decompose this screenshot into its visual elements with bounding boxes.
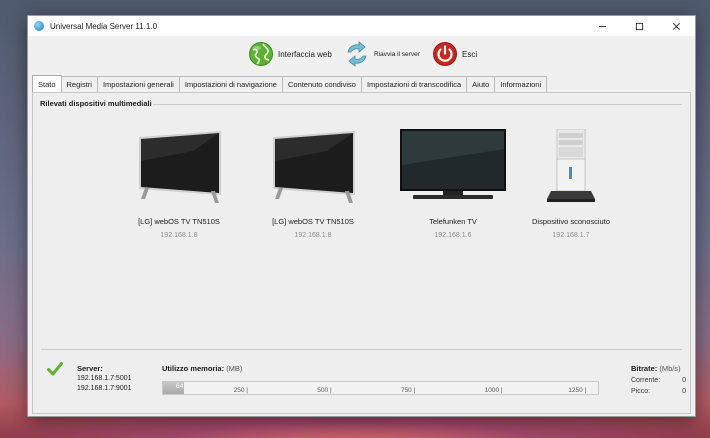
renderer-device[interactable]: [LG] webOS TV TN510S 192.168.1.8 <box>243 129 383 239</box>
status-footer: Server: 192.168.1.7:5001 192.168.1.7:900… <box>33 355 690 411</box>
close-icon <box>673 22 680 30</box>
globe-icon <box>249 42 273 66</box>
tv-icon <box>273 131 355 203</box>
restart-server-button[interactable]: Riavvia il server <box>344 41 420 67</box>
bitrate-peak-row: Picco: 0 <box>631 388 686 395</box>
memory-usage-fill: 64 <box>163 382 185 394</box>
memory-tick: 750 | <box>400 387 416 394</box>
status-panel: Rilevati dispositivi multimediali [LG] w… <box>32 92 691 414</box>
pc-tower-icon <box>547 129 595 202</box>
toolbar: Interfaccia web Riavvia il server Esci <box>28 38 695 72</box>
tab-status[interactable]: Stato <box>32 75 62 92</box>
detected-renderers-title: Rilevati dispositivi multimediali <box>40 99 152 108</box>
device-name: Dispositivo sconosciuto <box>532 217 610 226</box>
renderer-device[interactable]: Dispositivo sconosciuto 192.168.1.7 <box>501 129 641 239</box>
bitrate-current-row: Corrente: 0 <box>631 377 686 384</box>
power-icon <box>433 42 457 66</box>
web-interface-label: Interfaccia web <box>278 49 332 59</box>
device-ip: 192.168.1.8 <box>294 232 332 239</box>
status-divider <box>41 349 682 350</box>
app-logo-icon <box>34 21 44 31</box>
device-ip: 192.168.1.7 <box>552 232 590 239</box>
device-name: [LG] webOS TV TN510S <box>272 217 354 226</box>
tab-general-settings[interactable]: Impostazioni generali <box>96 76 180 92</box>
memory-unit: (MB) <box>226 364 243 373</box>
memory-tick: 1250 | <box>568 387 587 394</box>
quit-label: Esci <box>462 49 478 59</box>
memory-used-value: 64 <box>176 383 184 390</box>
quit-button[interactable]: Esci <box>432 41 477 67</box>
renderer-device[interactable]: [LG] webOS TV TN510S 192.168.1.8 <box>109 129 249 239</box>
minimize-button[interactable] <box>584 16 621 36</box>
memory-tick: 1000 | <box>484 387 503 394</box>
tv-icon <box>400 129 506 199</box>
tv-icon <box>139 131 221 203</box>
close-button[interactable] <box>658 16 695 36</box>
tab-bar: Stato Registri Impostazioni generali Imp… <box>32 75 548 92</box>
server-address: 192.168.1.7:9001 <box>77 385 132 392</box>
device-name: [LG] webOS TV TN510S <box>138 217 220 226</box>
window-title: Universal Media Server 11.1.0 <box>50 21 158 31</box>
bitrate-peak-value: 0 <box>682 388 686 395</box>
main-window: Universal Media Server 11.1.0 Interfacci… <box>27 15 696 417</box>
bitrate-label: Bitrate: (Mb/s) <box>631 364 681 373</box>
restart-arrows-icon <box>347 41 367 67</box>
server-address: 192.168.1.7:5001 <box>77 375 132 382</box>
tab-about[interactable]: Informazioni <box>494 76 548 92</box>
title-bar[interactable]: Universal Media Server 11.1.0 <box>28 16 695 36</box>
checkmark-icon <box>47 362 63 376</box>
memory-tick: 500 | <box>317 387 332 394</box>
memory-label-text: Utilizzo memoria: <box>162 364 225 373</box>
bitrate-peak-label: Picco: <box>631 388 651 395</box>
bitrate-unit: (Mb/s) <box>659 364 681 373</box>
section-divider <box>153 104 682 105</box>
tab-logs[interactable]: Registri <box>60 76 98 92</box>
bitrate-label-text: Bitrate: <box>631 364 658 373</box>
memory-usage-label: Utilizzo memoria: (MB) <box>162 364 242 373</box>
window-controls <box>584 16 695 36</box>
maximize-icon <box>635 22 644 30</box>
maximize-button[interactable] <box>621 16 658 36</box>
bitrate-current-value: 0 <box>682 377 686 384</box>
device-ip: 192.168.1.8 <box>160 232 198 239</box>
web-interface-button[interactable]: Interfaccia web <box>248 41 332 67</box>
memory-usage-bar: 64 <box>162 381 599 395</box>
tab-navigation-settings[interactable]: Impostazioni di navigazione <box>178 76 283 92</box>
server-label: Server: <box>77 364 103 373</box>
tab-help[interactable]: Aiuto <box>466 76 496 92</box>
restart-server-label: Riavvia il server <box>374 50 420 58</box>
bitrate-current-label: Corrente: <box>631 377 661 384</box>
tab-shared-content[interactable]: Contenuto condiviso <box>281 76 362 92</box>
tab-transcoding-settings[interactable]: Impostazioni di transcodifica <box>360 76 468 92</box>
minimize-icon <box>598 25 607 27</box>
memory-tick: 250 | <box>233 387 248 394</box>
